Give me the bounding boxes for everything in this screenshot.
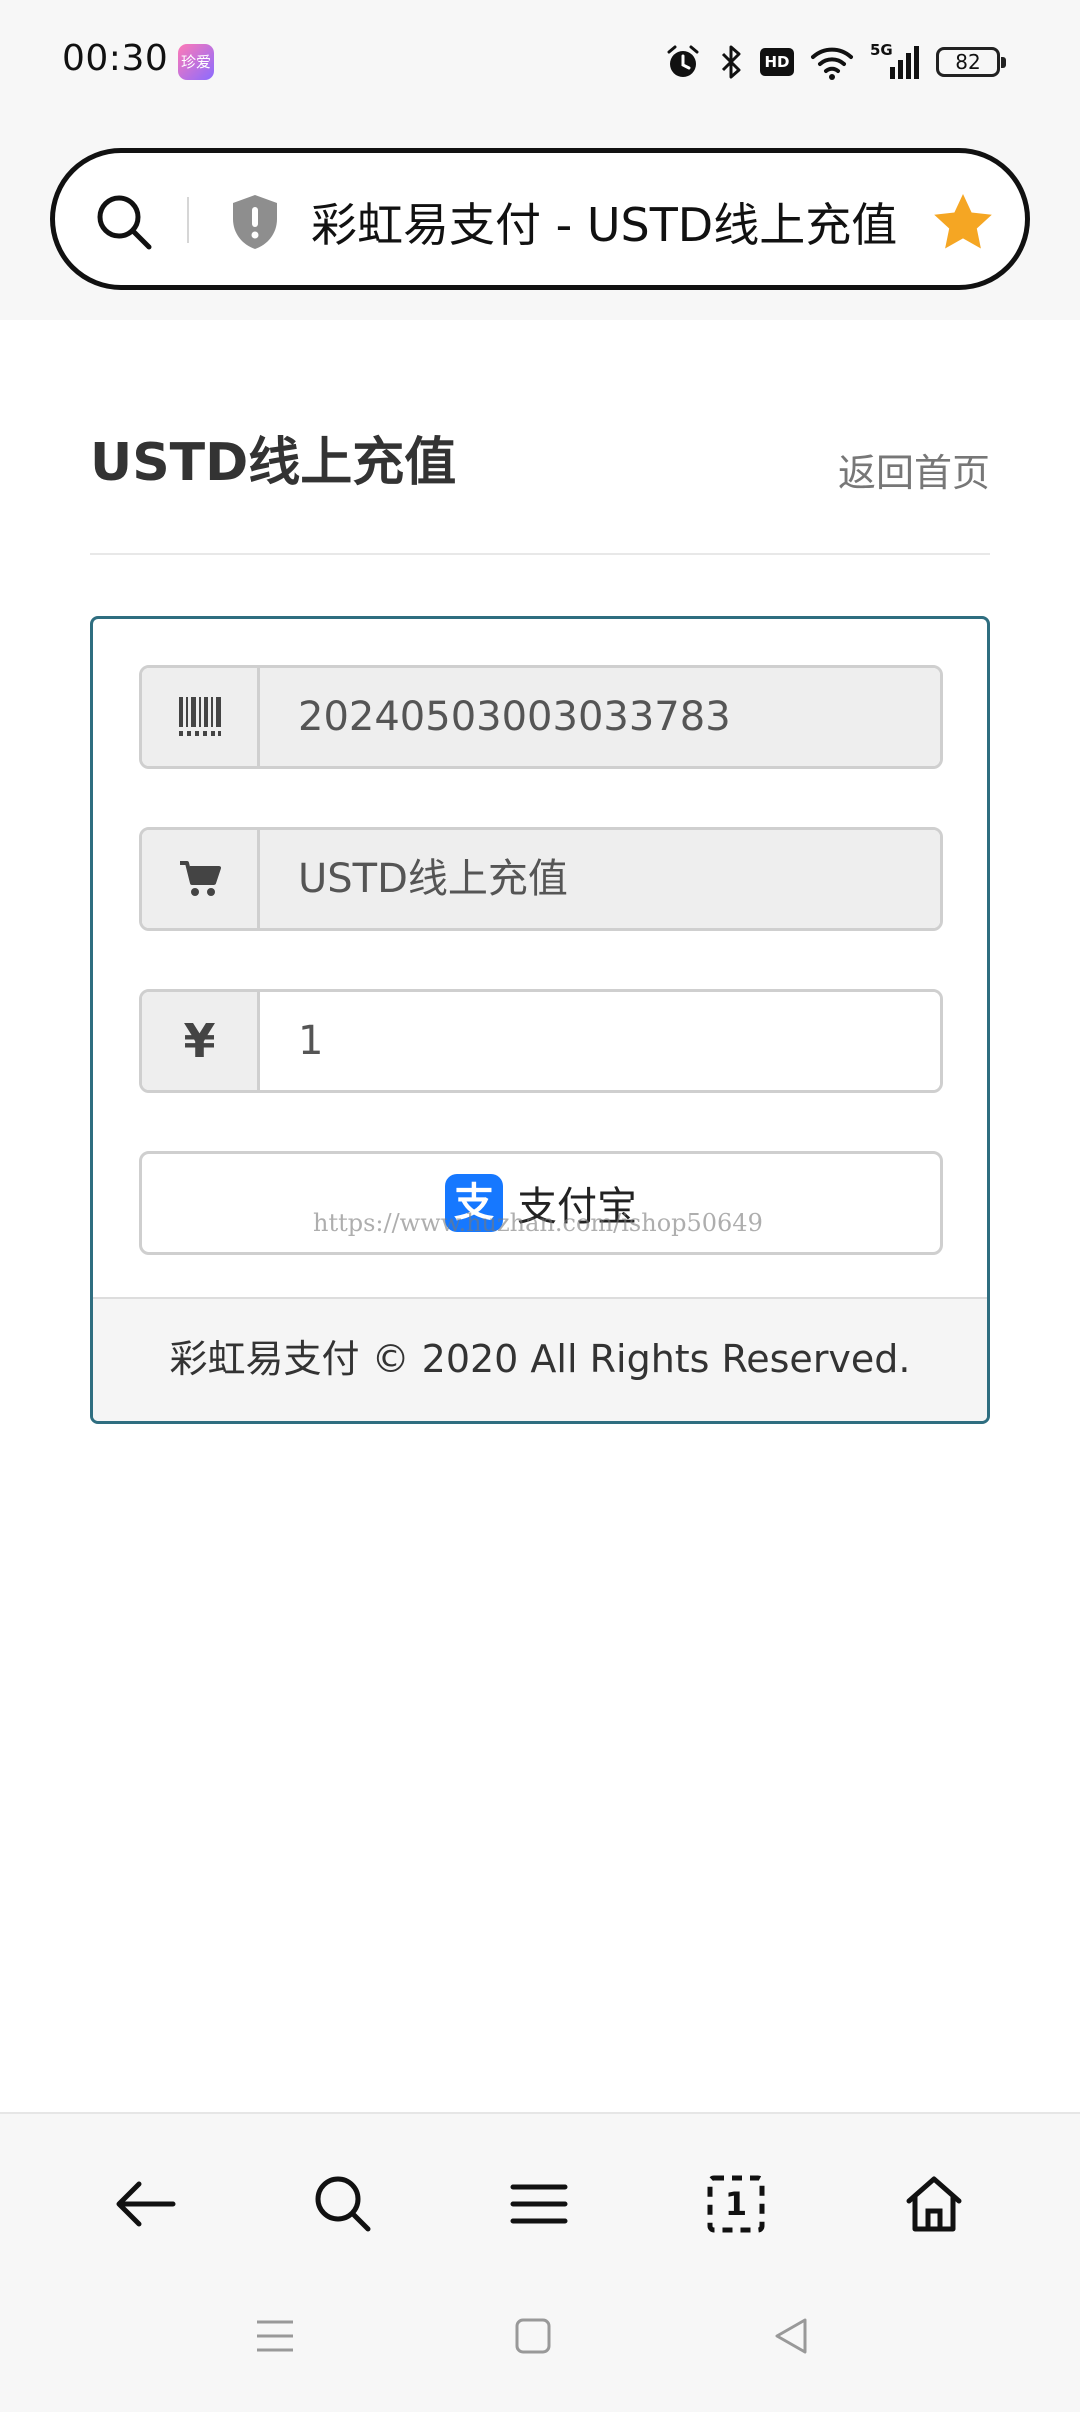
back-arrow-icon[interactable]	[105, 2164, 185, 2244]
alarm-icon	[664, 43, 702, 81]
divider	[187, 197, 189, 243]
shield-icon[interactable]	[227, 191, 283, 257]
yen-icon: ¥	[142, 992, 260, 1090]
home-square-icon[interactable]	[503, 2306, 563, 2366]
shopping-cart-icon	[142, 830, 260, 928]
signal-5g-icon: 5G	[870, 41, 920, 81]
status-icons: HD 5G 82	[664, 38, 1006, 86]
address-bar[interactable]: 彩虹易支付 - USTD线上充值	[50, 148, 1030, 290]
browser-header: 彩虹易支付 - USTD线上充值	[0, 120, 1080, 320]
page-title: USTD线上充值	[90, 433, 457, 493]
copyright-footer: 彩虹易支付 © 2020 All Rights Reserved.	[93, 1297, 987, 1421]
status-time: 00:30	[62, 38, 169, 79]
barcode-icon	[142, 668, 260, 766]
status-bar: 00:30 珍爱 HD 5G 82	[0, 0, 1080, 120]
back-home-link[interactable]: 返回首页	[838, 442, 990, 497]
product-name-value: USTD线上充值	[260, 830, 940, 928]
recents-icon[interactable]	[245, 2306, 305, 2366]
app-notification-icon: 珍爱	[178, 44, 214, 80]
wifi-icon	[810, 43, 854, 81]
payment-panel: 20240503003033783 USTD线上充值 ¥ 1 支 支付宝 htt…	[90, 616, 990, 1424]
back-triangle-icon[interactable]	[761, 2306, 821, 2366]
alipay-button[interactable]: 支 支付宝	[139, 1151, 943, 1255]
tab-count: 1	[724, 2185, 748, 2223]
search-icon[interactable]	[93, 191, 155, 257]
battery-indicator: 82	[936, 47, 1006, 77]
menu-icon[interactable]	[499, 2164, 579, 2244]
search-icon[interactable]	[303, 2164, 383, 2244]
tabs-icon[interactable]: 1	[696, 2164, 776, 2244]
amount-field[interactable]: ¥ 1	[139, 989, 943, 1093]
page-header: USTD线上充值 返回首页	[90, 420, 990, 555]
star-icon[interactable]	[931, 191, 995, 257]
amount-input[interactable]: 1	[260, 992, 940, 1090]
browser-toolbar: 1	[0, 2112, 1080, 2282]
bluetooth-icon	[718, 43, 744, 81]
watermark: https://www.huzhan.com/ishop50649	[313, 1209, 763, 1237]
currency-symbol: ¥	[183, 1014, 216, 1068]
order-number-value: 20240503003033783	[260, 668, 940, 766]
page-tab-title[interactable]: 彩虹易支付 - USTD线上充值	[311, 189, 897, 255]
hd-voice-icon: HD	[760, 48, 794, 76]
product-name-field: USTD线上充值	[139, 827, 943, 931]
home-icon[interactable]	[894, 2164, 974, 2244]
order-number-field: 20240503003033783	[139, 665, 943, 769]
system-navigation-bar	[0, 2282, 1080, 2412]
